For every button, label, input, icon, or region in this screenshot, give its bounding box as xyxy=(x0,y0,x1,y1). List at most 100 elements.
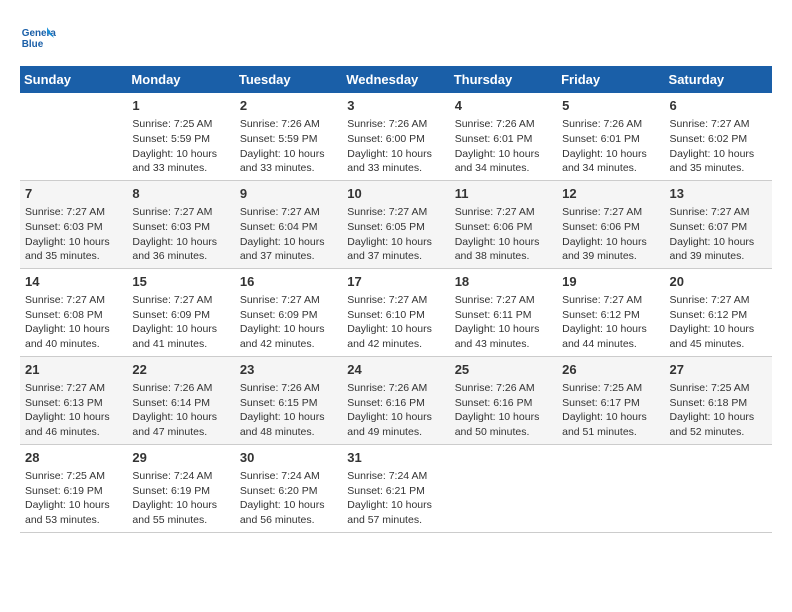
day-number: 15 xyxy=(132,273,229,291)
day-number: 27 xyxy=(670,361,767,379)
day-info: Sunrise: 7:27 AM Sunset: 6:11 PM Dayligh… xyxy=(455,293,552,352)
day-info: Sunrise: 7:27 AM Sunset: 6:04 PM Dayligh… xyxy=(240,205,337,264)
calendar-cell: 28 Sunrise: 7:25 AM Sunset: 6:19 PM Dayli… xyxy=(20,444,127,532)
weekday-header-thursday: Thursday xyxy=(450,66,557,93)
calendar-cell: 15 Sunrise: 7:27 AM Sunset: 6:09 PM Dayli… xyxy=(127,268,234,356)
calendar-cell: 26 Sunrise: 7:25 AM Sunset: 6:17 PM Dayli… xyxy=(557,356,664,444)
calendar-cell: 31 Sunrise: 7:24 AM Sunset: 6:21 PM Dayli… xyxy=(342,444,449,532)
day-number: 11 xyxy=(455,185,552,203)
week-row-2: 7 Sunrise: 7:27 AM Sunset: 6:03 PM Daylig… xyxy=(20,180,772,268)
day-info: Sunrise: 7:27 AM Sunset: 6:08 PM Dayligh… xyxy=(25,293,122,352)
day-number: 25 xyxy=(455,361,552,379)
day-info: Sunrise: 7:26 AM Sunset: 6:14 PM Dayligh… xyxy=(132,381,229,440)
day-number: 20 xyxy=(670,273,767,291)
calendar-cell: 10 Sunrise: 7:27 AM Sunset: 6:05 PM Dayli… xyxy=(342,180,449,268)
calendar-cell: 5Sunrise: 7:26 AM Sunset: 6:01 PM Daylig… xyxy=(557,93,664,180)
calendar-cell: 14 Sunrise: 7:27 AM Sunset: 6:08 PM Dayli… xyxy=(20,268,127,356)
day-number: 2 xyxy=(240,97,337,115)
day-number: 10 xyxy=(347,185,444,203)
calendar-cell: 9Sunrise: 7:27 AM Sunset: 6:04 PM Daylig… xyxy=(235,180,342,268)
day-number: 12 xyxy=(562,185,659,203)
calendar-cell: 4 Sunrise: 7:26 AM Sunset: 6:01 PM Daylig… xyxy=(450,93,557,180)
calendar-cell: 27 Sunrise: 7:25 AM Sunset: 6:18 PM Dayli… xyxy=(665,356,772,444)
day-info: Sunrise: 7:27 AM Sunset: 6:12 PM Dayligh… xyxy=(562,293,659,352)
day-info: Sunrise: 7:26 AM Sunset: 6:16 PM Dayligh… xyxy=(347,381,444,440)
calendar-cell xyxy=(450,444,557,532)
calendar-cell: 6 Sunrise: 7:27 AM Sunset: 6:02 PM Daylig… xyxy=(665,93,772,180)
day-number: 31 xyxy=(347,449,444,467)
day-number: 4 xyxy=(455,97,552,115)
week-row-3: 14 Sunrise: 7:27 AM Sunset: 6:08 PM Dayli… xyxy=(20,268,772,356)
calendar-cell: 19 Sunrise: 7:27 AM Sunset: 6:12 PM Dayli… xyxy=(557,268,664,356)
weekday-header-friday: Friday xyxy=(557,66,664,93)
day-number: 16 xyxy=(240,273,337,291)
day-info: Sunrise: 7:27 AM Sunset: 6:07 PM Dayligh… xyxy=(670,205,767,264)
day-number: 21 xyxy=(25,361,122,379)
day-info: Sunrise: 7:25 AM Sunset: 6:17 PM Dayligh… xyxy=(562,381,659,440)
calendar-cell: 2 Sunrise: 7:26 AM Sunset: 5:59 PM Daylig… xyxy=(235,93,342,180)
calendar-cell: 23 Sunrise: 7:26 AM Sunset: 6:15 PM Dayli… xyxy=(235,356,342,444)
calendar-cell: 25 Sunrise: 7:26 AM Sunset: 6:16 PM Dayli… xyxy=(450,356,557,444)
day-info: Sunrise: 7:26 AM Sunset: 6:16 PM Dayligh… xyxy=(455,381,552,440)
day-info: Sunrise: 7:26 AM Sunset: 5:59 PM Dayligh… xyxy=(240,117,337,176)
day-info: Sunrise: 7:24 AM Sunset: 6:19 PM Dayligh… xyxy=(132,469,229,528)
day-info: Sunrise: 7:27 AM Sunset: 6:09 PM Dayligh… xyxy=(132,293,229,352)
weekday-header-wednesday: Wednesday xyxy=(342,66,449,93)
header: General Blue xyxy=(20,20,772,56)
calendar-cell: 22 Sunrise: 7:26 AM Sunset: 6:14 PM Dayli… xyxy=(127,356,234,444)
day-number: 19 xyxy=(562,273,659,291)
calendar-cell: 7 Sunrise: 7:27 AM Sunset: 6:03 PM Daylig… xyxy=(20,180,127,268)
day-info: Sunrise: 7:25 AM Sunset: 6:19 PM Dayligh… xyxy=(25,469,122,528)
calendar-cell: 30 Sunrise: 7:24 AM Sunset: 6:20 PM Dayli… xyxy=(235,444,342,532)
day-info: Sunrise: 7:27 AM Sunset: 6:06 PM Dayligh… xyxy=(562,205,659,264)
calendar-cell xyxy=(665,444,772,532)
day-number: 24 xyxy=(347,361,444,379)
day-info: Sunrise: 7:27 AM Sunset: 6:12 PM Dayligh… xyxy=(670,293,767,352)
calendar-cell: 1Sunrise: 7:25 AM Sunset: 5:59 PM Daylig… xyxy=(127,93,234,180)
day-info: Sunrise: 7:24 AM Sunset: 6:21 PM Dayligh… xyxy=(347,469,444,528)
week-row-1: 1Sunrise: 7:25 AM Sunset: 5:59 PM Daylig… xyxy=(20,93,772,180)
day-number: 14 xyxy=(25,273,122,291)
calendar-table: SundayMondayTuesdayWednesdayThursdayFrid… xyxy=(20,66,772,533)
day-number: 1 xyxy=(132,97,229,115)
calendar-cell: 24 Sunrise: 7:26 AM Sunset: 6:16 PM Dayli… xyxy=(342,356,449,444)
calendar-cell xyxy=(20,93,127,180)
day-info: Sunrise: 7:27 AM Sunset: 6:06 PM Dayligh… xyxy=(455,205,552,264)
calendar-cell: 21 Sunrise: 7:27 AM Sunset: 6:13 PM Dayli… xyxy=(20,356,127,444)
day-number: 29 xyxy=(132,449,229,467)
day-number: 30 xyxy=(240,449,337,467)
calendar-cell: 17Sunrise: 7:27 AM Sunset: 6:10 PM Dayli… xyxy=(342,268,449,356)
week-row-5: 28 Sunrise: 7:25 AM Sunset: 6:19 PM Dayli… xyxy=(20,444,772,532)
calendar-cell: 18Sunrise: 7:27 AM Sunset: 6:11 PM Dayli… xyxy=(450,268,557,356)
day-number: 6 xyxy=(670,97,767,115)
day-info: Sunrise: 7:27 AM Sunset: 6:05 PM Dayligh… xyxy=(347,205,444,264)
day-info: Sunrise: 7:26 AM Sunset: 6:01 PM Dayligh… xyxy=(562,117,659,176)
day-number: 26 xyxy=(562,361,659,379)
day-info: Sunrise: 7:26 AM Sunset: 6:00 PM Dayligh… xyxy=(347,117,444,176)
day-info: Sunrise: 7:27 AM Sunset: 6:10 PM Dayligh… xyxy=(347,293,444,352)
day-number: 3 xyxy=(347,97,444,115)
week-row-4: 21 Sunrise: 7:27 AM Sunset: 6:13 PM Dayli… xyxy=(20,356,772,444)
day-info: Sunrise: 7:25 AM Sunset: 6:18 PM Dayligh… xyxy=(670,381,767,440)
logo: General Blue xyxy=(20,20,62,56)
weekday-header-tuesday: Tuesday xyxy=(235,66,342,93)
calendar-cell: 29 Sunrise: 7:24 AM Sunset: 6:19 PM Dayli… xyxy=(127,444,234,532)
calendar-cell: 13Sunrise: 7:27 AM Sunset: 6:07 PM Dayli… xyxy=(665,180,772,268)
day-info: Sunrise: 7:27 AM Sunset: 6:03 PM Dayligh… xyxy=(25,205,122,264)
day-number: 23 xyxy=(240,361,337,379)
day-info: Sunrise: 7:26 AM Sunset: 6:15 PM Dayligh… xyxy=(240,381,337,440)
day-info: Sunrise: 7:24 AM Sunset: 6:20 PM Dayligh… xyxy=(240,469,337,528)
day-info: Sunrise: 7:27 AM Sunset: 6:03 PM Dayligh… xyxy=(132,205,229,264)
day-info: Sunrise: 7:27 AM Sunset: 6:13 PM Dayligh… xyxy=(25,381,122,440)
logo-icon: General Blue xyxy=(20,20,56,56)
day-number: 7 xyxy=(25,185,122,203)
day-number: 8 xyxy=(132,185,229,203)
calendar-cell xyxy=(557,444,664,532)
day-number: 22 xyxy=(132,361,229,379)
day-number: 28 xyxy=(25,449,122,467)
calendar-cell: 11 Sunrise: 7:27 AM Sunset: 6:06 PM Dayli… xyxy=(450,180,557,268)
day-info: Sunrise: 7:26 AM Sunset: 6:01 PM Dayligh… xyxy=(455,117,552,176)
day-info: Sunrise: 7:27 AM Sunset: 6:02 PM Dayligh… xyxy=(670,117,767,176)
calendar-cell: 12 Sunrise: 7:27 AM Sunset: 6:06 PM Dayli… xyxy=(557,180,664,268)
weekday-header-sunday: Sunday xyxy=(20,66,127,93)
